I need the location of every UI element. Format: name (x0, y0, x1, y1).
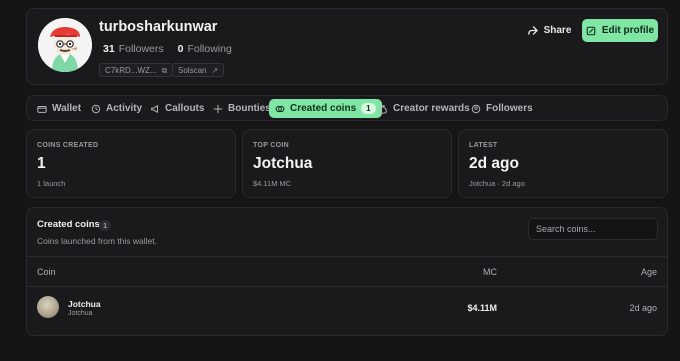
tab-wallet[interactable]: Wallet (31, 99, 87, 118)
tab-callouts[interactable]: Callouts (144, 99, 210, 118)
tab-followers[interactable]: Followers (465, 99, 539, 118)
stat-top-coin: TOP COIN Jotchua $4.11M MC (242, 129, 452, 198)
tab-creator-rewards[interactable]: Creator rewards (372, 99, 476, 118)
solscan-label: Solscan (178, 66, 207, 75)
followers-label[interactable]: Followers (119, 43, 164, 55)
copy-icon[interactable]: ⧉ (162, 66, 168, 75)
tab-label: Callouts (165, 103, 205, 114)
search-coins-input[interactable] (528, 218, 658, 240)
money-bag-icon (379, 104, 387, 114)
megaphone-icon (151, 104, 158, 113)
share-button[interactable]: Share (521, 19, 577, 42)
stat-label: COINS CREATED (37, 142, 99, 149)
stat-value: 2d ago (469, 155, 519, 172)
stat-label: LATEST (469, 142, 498, 149)
panel-title: Created coins (37, 219, 100, 230)
panel-subtitle: Coins launched from this wallet. (37, 236, 158, 246)
coin-age: 2d ago (629, 303, 657, 313)
created-coins-panel: Created coins 1 Coins launched from this… (26, 207, 668, 336)
tab-bounties[interactable]: Bounties (207, 99, 277, 118)
coin-market-cap: $4.11M (467, 303, 497, 313)
edit-profile-button[interactable]: Edit profile (582, 19, 658, 42)
stat-subtext: 1 launch (37, 179, 66, 188)
panel-count-badge: 1 (99, 220, 112, 231)
tab-label: Creator rewards (393, 103, 470, 114)
column-header-age[interactable]: Age (641, 267, 657, 277)
stat-label: TOP COIN (253, 142, 289, 149)
share-label: Share (543, 25, 572, 36)
profile-tabs: Wallet Activity Callouts Bounties Create… (26, 95, 668, 121)
tab-label: Bounties (228, 103, 271, 114)
followers-count: 31 (103, 43, 115, 55)
solscan-link[interactable]: Solscan ↗ (172, 63, 225, 77)
coin-image (37, 296, 59, 318)
divider (27, 286, 667, 287)
wallet-address-chip[interactable]: C7kRD...WZ... ⧉ (99, 63, 174, 77)
tab-activity[interactable]: Activity (85, 99, 148, 118)
follow-stats: 31 Followers 0 Following (103, 43, 232, 55)
stat-value: 1 (37, 155, 46, 172)
profile-card: turbosharkunwar 31 Followers 0 Following C7… (26, 8, 668, 85)
tab-created-coins[interactable]: Created coins 1 (269, 99, 382, 118)
tab-label: Wallet (52, 103, 82, 114)
stat-value: Jotchua (253, 155, 313, 172)
edit-icon (586, 26, 596, 35)
avatar (38, 18, 92, 72)
following-count: 0 (177, 43, 184, 55)
stat-latest: LATEST 2d ago Jotchua · 2d ago (458, 129, 668, 198)
clock-icon (91, 104, 101, 113)
username: turbosharkunwar (99, 19, 218, 35)
wallet-address: C7kRD...WZ... (105, 66, 157, 75)
column-header-coin[interactable]: Coin (37, 267, 56, 277)
sparkle-icon (213, 104, 223, 113)
tab-label: Activity (106, 103, 143, 114)
coins-icon (275, 105, 285, 112)
external-link-icon: ↗ (211, 66, 219, 75)
stat-subtext: Jotchua · 2d ago (469, 179, 525, 188)
following-label[interactable]: Following (187, 43, 231, 55)
divider (27, 256, 667, 257)
stat-coins-created: COINS CREATED 1 1 launch (26, 129, 236, 198)
coin-symbol: Jotchua (68, 310, 93, 317)
tab-label: Created coins (290, 103, 357, 114)
users-icon (471, 104, 481, 113)
share-icon (527, 26, 538, 35)
wallet-icon (37, 105, 47, 113)
stat-subtext: $4.11M MC (253, 179, 292, 188)
coin-name: Jotchua (68, 299, 101, 309)
edit-profile-label: Edit profile (601, 25, 655, 36)
tab-label: Followers (486, 103, 533, 114)
column-header-mc[interactable]: MC (483, 267, 497, 277)
